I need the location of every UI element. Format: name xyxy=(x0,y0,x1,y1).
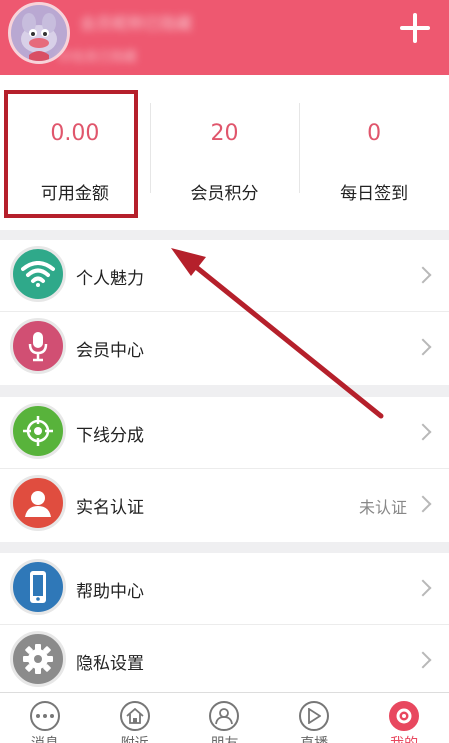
home-icon xyxy=(119,701,150,731)
tab-messages[interactable]: 消息 xyxy=(0,693,90,743)
tab-label: 我的 xyxy=(359,733,449,743)
menu-group-3: 帮助中心 隐私设置 xyxy=(0,553,449,692)
tab-mine[interactable]: 我的 xyxy=(359,693,449,743)
menu-group-2: 下线分成 实名认证 未认证 xyxy=(0,397,449,542)
stat-value-checkin: 0 xyxy=(367,121,382,146)
profile-screen: 会员昵称已隐藏 ID信息已隐藏 0.00 可用金额 20 会员积分 0 每日签到 xyxy=(0,0,449,743)
phone-icon xyxy=(10,559,66,615)
menu-group-1: 个人魅力 会员中心 xyxy=(0,240,449,385)
stat-label-checkin: 每日签到 xyxy=(340,184,409,204)
menu-item-privacy-settings[interactable]: 隐私设置 xyxy=(0,625,449,697)
tab-friends[interactable]: 朋友 xyxy=(180,693,270,743)
profile-header: 会员昵称已隐藏 ID信息已隐藏 xyxy=(0,0,449,75)
stat-checkin[interactable]: 0 每日签到 xyxy=(299,75,449,230)
user-subtitle-blurred: ID信息已隐藏 xyxy=(58,50,137,65)
stat-points[interactable]: 20 会员积分 xyxy=(149,75,300,230)
chevron-right-icon xyxy=(414,266,432,284)
tab-live[interactable]: 直播 xyxy=(269,693,359,743)
menu-item-label: 隐私设置 xyxy=(76,654,144,674)
stat-label-points: 会员积分 xyxy=(190,184,259,204)
play-icon xyxy=(299,701,330,731)
chevron-right-icon xyxy=(414,495,432,513)
menu-item-real-name-auth[interactable]: 实名认证 未认证 xyxy=(0,469,449,541)
chat-icon xyxy=(29,701,60,731)
menu-item-label: 帮助中心 xyxy=(76,582,144,602)
menu-item-charm[interactable]: 个人魅力 xyxy=(0,240,449,312)
microphone-icon xyxy=(10,318,66,374)
chevron-right-icon xyxy=(414,338,432,356)
gear-icon xyxy=(10,631,66,687)
chevron-right-icon xyxy=(414,651,432,669)
stat-value-points: 20 xyxy=(210,121,239,146)
user-icon xyxy=(10,475,66,531)
annotation-highlight-box xyxy=(4,90,138,218)
settings-icon xyxy=(389,701,420,731)
add-plus-button[interactable] xyxy=(399,12,431,44)
chevron-right-icon xyxy=(414,579,432,597)
tab-label: 消息 xyxy=(0,733,90,743)
chevron-right-icon xyxy=(414,423,432,441)
wifi-icon xyxy=(10,246,66,302)
tab-label: 直播 xyxy=(269,733,359,743)
menu-item-label: 实名认证 xyxy=(76,498,144,518)
tab-nearby[interactable]: 附近 xyxy=(90,693,180,743)
tab-label: 朋友 xyxy=(180,733,270,743)
menu-item-label: 个人魅力 xyxy=(76,269,144,289)
menu-item-downline-share[interactable]: 下线分成 xyxy=(0,397,449,469)
target-icon xyxy=(10,403,66,459)
bottom-tab-bar: 消息 附近 朋友 xyxy=(0,692,449,743)
menu-item-help-center[interactable]: 帮助中心 xyxy=(0,553,449,625)
tab-label: 附近 xyxy=(90,733,180,743)
username-blurred: 会员昵称已隐藏 xyxy=(80,14,193,33)
menu-item-member-center[interactable]: 会员中心 xyxy=(0,312,449,384)
person-icon xyxy=(209,701,240,731)
verification-status: 未认证 xyxy=(358,498,407,517)
menu-item-label: 下线分成 xyxy=(76,426,144,446)
menu-item-label: 会员中心 xyxy=(76,341,144,361)
